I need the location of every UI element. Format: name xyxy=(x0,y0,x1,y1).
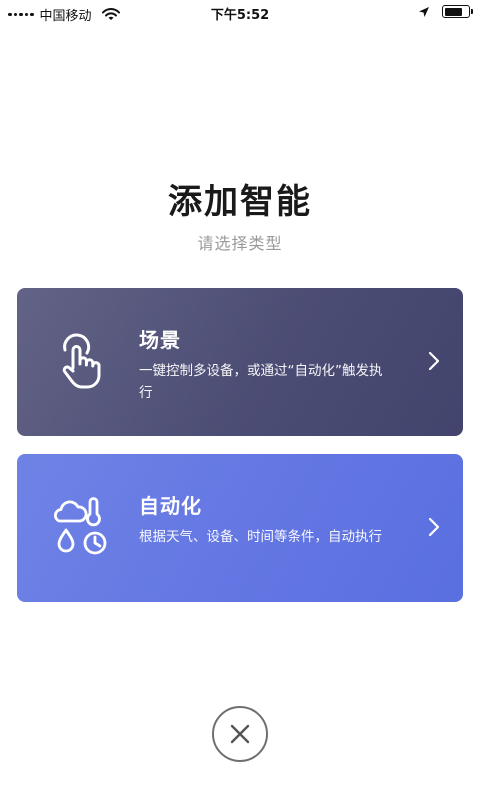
tap-gesture-icon xyxy=(62,333,101,389)
automation-card-title: 自动化 xyxy=(139,494,202,518)
status-right xyxy=(418,5,473,18)
scene-card-title: 场景 xyxy=(139,328,181,352)
battery-level xyxy=(444,7,463,16)
close-button[interactable] xyxy=(212,706,268,762)
battery-icon xyxy=(442,5,473,18)
weather-time-icon xyxy=(54,497,107,555)
status-bar: 中国移动 下午5:52 xyxy=(0,0,480,26)
scene-card[interactable]: 场景 一键控制多设备，或通过“自动化”触发执行 xyxy=(17,288,463,436)
scene-card-description: 一键控制多设备，或通过“自动化”触发执行 xyxy=(139,363,383,401)
automation-card[interactable]: 自动化 根据天气、设备、时间等条件，自动执行 xyxy=(17,454,463,602)
location-arrow-icon xyxy=(419,6,429,17)
chevron-right-icon xyxy=(428,351,440,371)
page-subtitle: 请选择类型 xyxy=(197,234,283,253)
status-time: 下午5:52 xyxy=(210,8,270,23)
automation-card-description: 根据天气、设备、时间等条件，自动执行 xyxy=(139,529,382,545)
chevron-right-icon xyxy=(428,517,440,537)
close-icon xyxy=(230,724,250,744)
page-title: 添加智能 xyxy=(168,182,312,222)
